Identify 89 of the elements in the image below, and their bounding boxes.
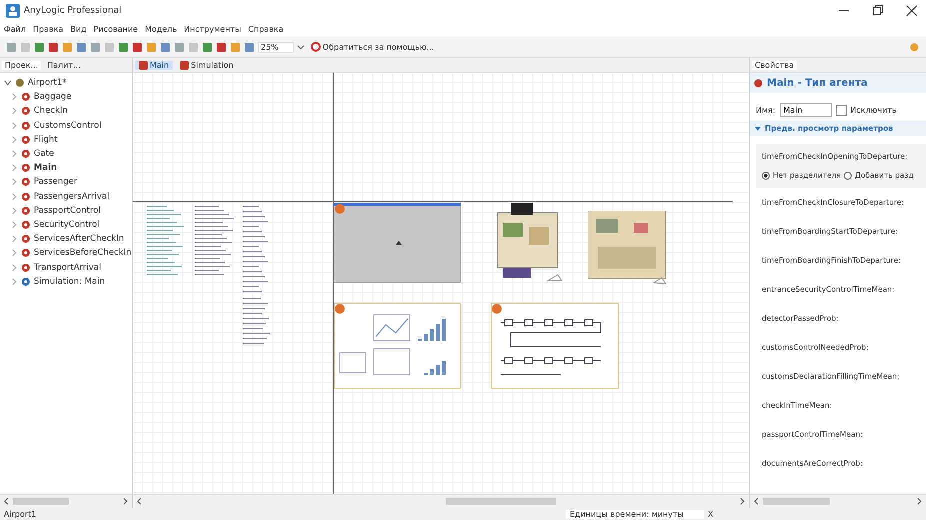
tree-item[interactable]: TransportArrival [34,262,102,273]
agent-icon [21,276,31,287]
scroll-right-icon[interactable] [917,498,922,505]
panel-tab[interactable]: Проек... [2,60,42,70]
lifebuoy-icon [310,42,321,52]
menu-item[interactable]: Вид [70,25,87,34]
toolbar-icon[interactable] [216,42,227,52]
tree-item[interactable]: Airport1* [28,78,67,88]
scrollbar-thumb[interactable] [446,498,556,505]
toolbar-icon[interactable] [160,42,171,52]
toolbar-icon[interactable] [174,42,185,52]
radio-button[interactable] [762,172,770,180]
agent-icon [21,192,31,202]
model-icon [15,78,25,88]
scroll-left-icon[interactable] [754,498,759,505]
agent-icon [21,134,31,145]
toolbar-icon[interactable] [118,42,129,52]
toolbar-icon[interactable] [909,42,920,52]
menu-item[interactable]: Модель [145,25,178,34]
agent-icon [21,92,31,102]
properties-title: Main - Тип агента [767,78,868,88]
agent-icon [21,177,31,188]
toolbar-icon[interactable] [6,42,17,52]
tree-item[interactable]: Simulation: Main [34,276,106,287]
scroll-left-icon[interactable] [4,498,9,505]
toolbar-icon[interactable] [76,42,87,52]
scroll-right-icon[interactable] [740,498,745,505]
status-text: Airport1 [4,510,36,518]
editor-tab[interactable]: Main [135,60,174,70]
menu-item[interactable]: Справка [248,25,284,34]
close-icon[interactable] [906,5,918,17]
agent-icon [180,60,190,70]
window-title: AnyLogic Professional [24,6,122,16]
scroll-left-icon[interactable] [137,498,142,505]
panel-tab[interactable]: Свойства [752,60,798,70]
panel-tab[interactable]: Палит... [44,60,84,70]
checkbox[interactable] [836,104,847,116]
toolbar-icon[interactable] [132,42,143,52]
tree-item[interactable]: PassengersArrival [34,192,110,202]
name-field[interactable]: Main [780,103,832,117]
scrollbar-thumb[interactable] [13,498,69,505]
collapse-icon[interactable] [755,126,761,132]
tree-item[interactable]: CustomsControl [34,120,102,131]
menu-item[interactable]: Рисование [94,25,138,34]
tree-item[interactable]: PassportControl [34,206,101,216]
agent-icon [21,220,31,230]
toolbar-icon[interactable] [62,42,73,52]
menu-item[interactable]: Инструменты [184,25,242,34]
time-units-label: Единицы времени: минуты [566,510,704,518]
tree-item[interactable]: ServicesAfterCheckIn [34,234,124,244]
agent-icon [21,206,31,216]
radio-button[interactable] [844,172,852,180]
checkbox-label: Исключить [850,106,897,114]
agent-icon [21,149,31,160]
menu-item[interactable]: Файл [4,25,26,34]
tree-item[interactable]: Flight [34,134,58,145]
field-label: Имя: [756,106,776,114]
app-logo-icon [6,4,20,18]
help-button[interactable]: Обратиться за помощью... [308,42,438,52]
agent-icon [754,78,763,88]
toolbar-icon[interactable] [202,42,213,52]
tree-item[interactable]: Baggage [34,92,72,102]
toolbar-icon[interactable] [34,42,45,52]
status-close[interactable]: X [708,510,728,518]
agent-icon [21,163,31,174]
tree-item[interactable]: Passenger [34,177,78,188]
toolbar-icon[interactable] [244,42,255,52]
agent-icon [139,60,148,70]
toolbar-icon[interactable] [146,42,157,52]
restore-icon[interactable] [872,5,884,17]
tree-item[interactable]: Main [34,163,58,174]
scroll-right-icon[interactable] [123,498,128,505]
agent-icon [21,120,31,131]
toolbar-icon[interactable] [90,42,101,52]
zoom-level[interactable]: 25% [258,42,294,52]
toolbar-icon[interactable] [230,42,241,52]
menu-item[interactable]: Правка [33,25,64,34]
editor-tab[interactable]: Simulation [176,60,238,70]
expand-icon[interactable] [4,79,12,88]
agent-icon [21,234,31,244]
tree-item[interactable]: CheckIn [34,106,68,116]
tree-item[interactable]: Gate [34,149,54,160]
scrollbar-thumb[interactable] [763,498,830,505]
toolbar-icon[interactable] [48,42,59,52]
tree-item[interactable]: ServicesBeforeCheckIn [34,248,132,258]
agent-icon [21,248,31,258]
agent-icon [21,106,31,116]
agent-icon [21,262,31,273]
tree-item[interactable]: SecurityControl [34,220,100,230]
